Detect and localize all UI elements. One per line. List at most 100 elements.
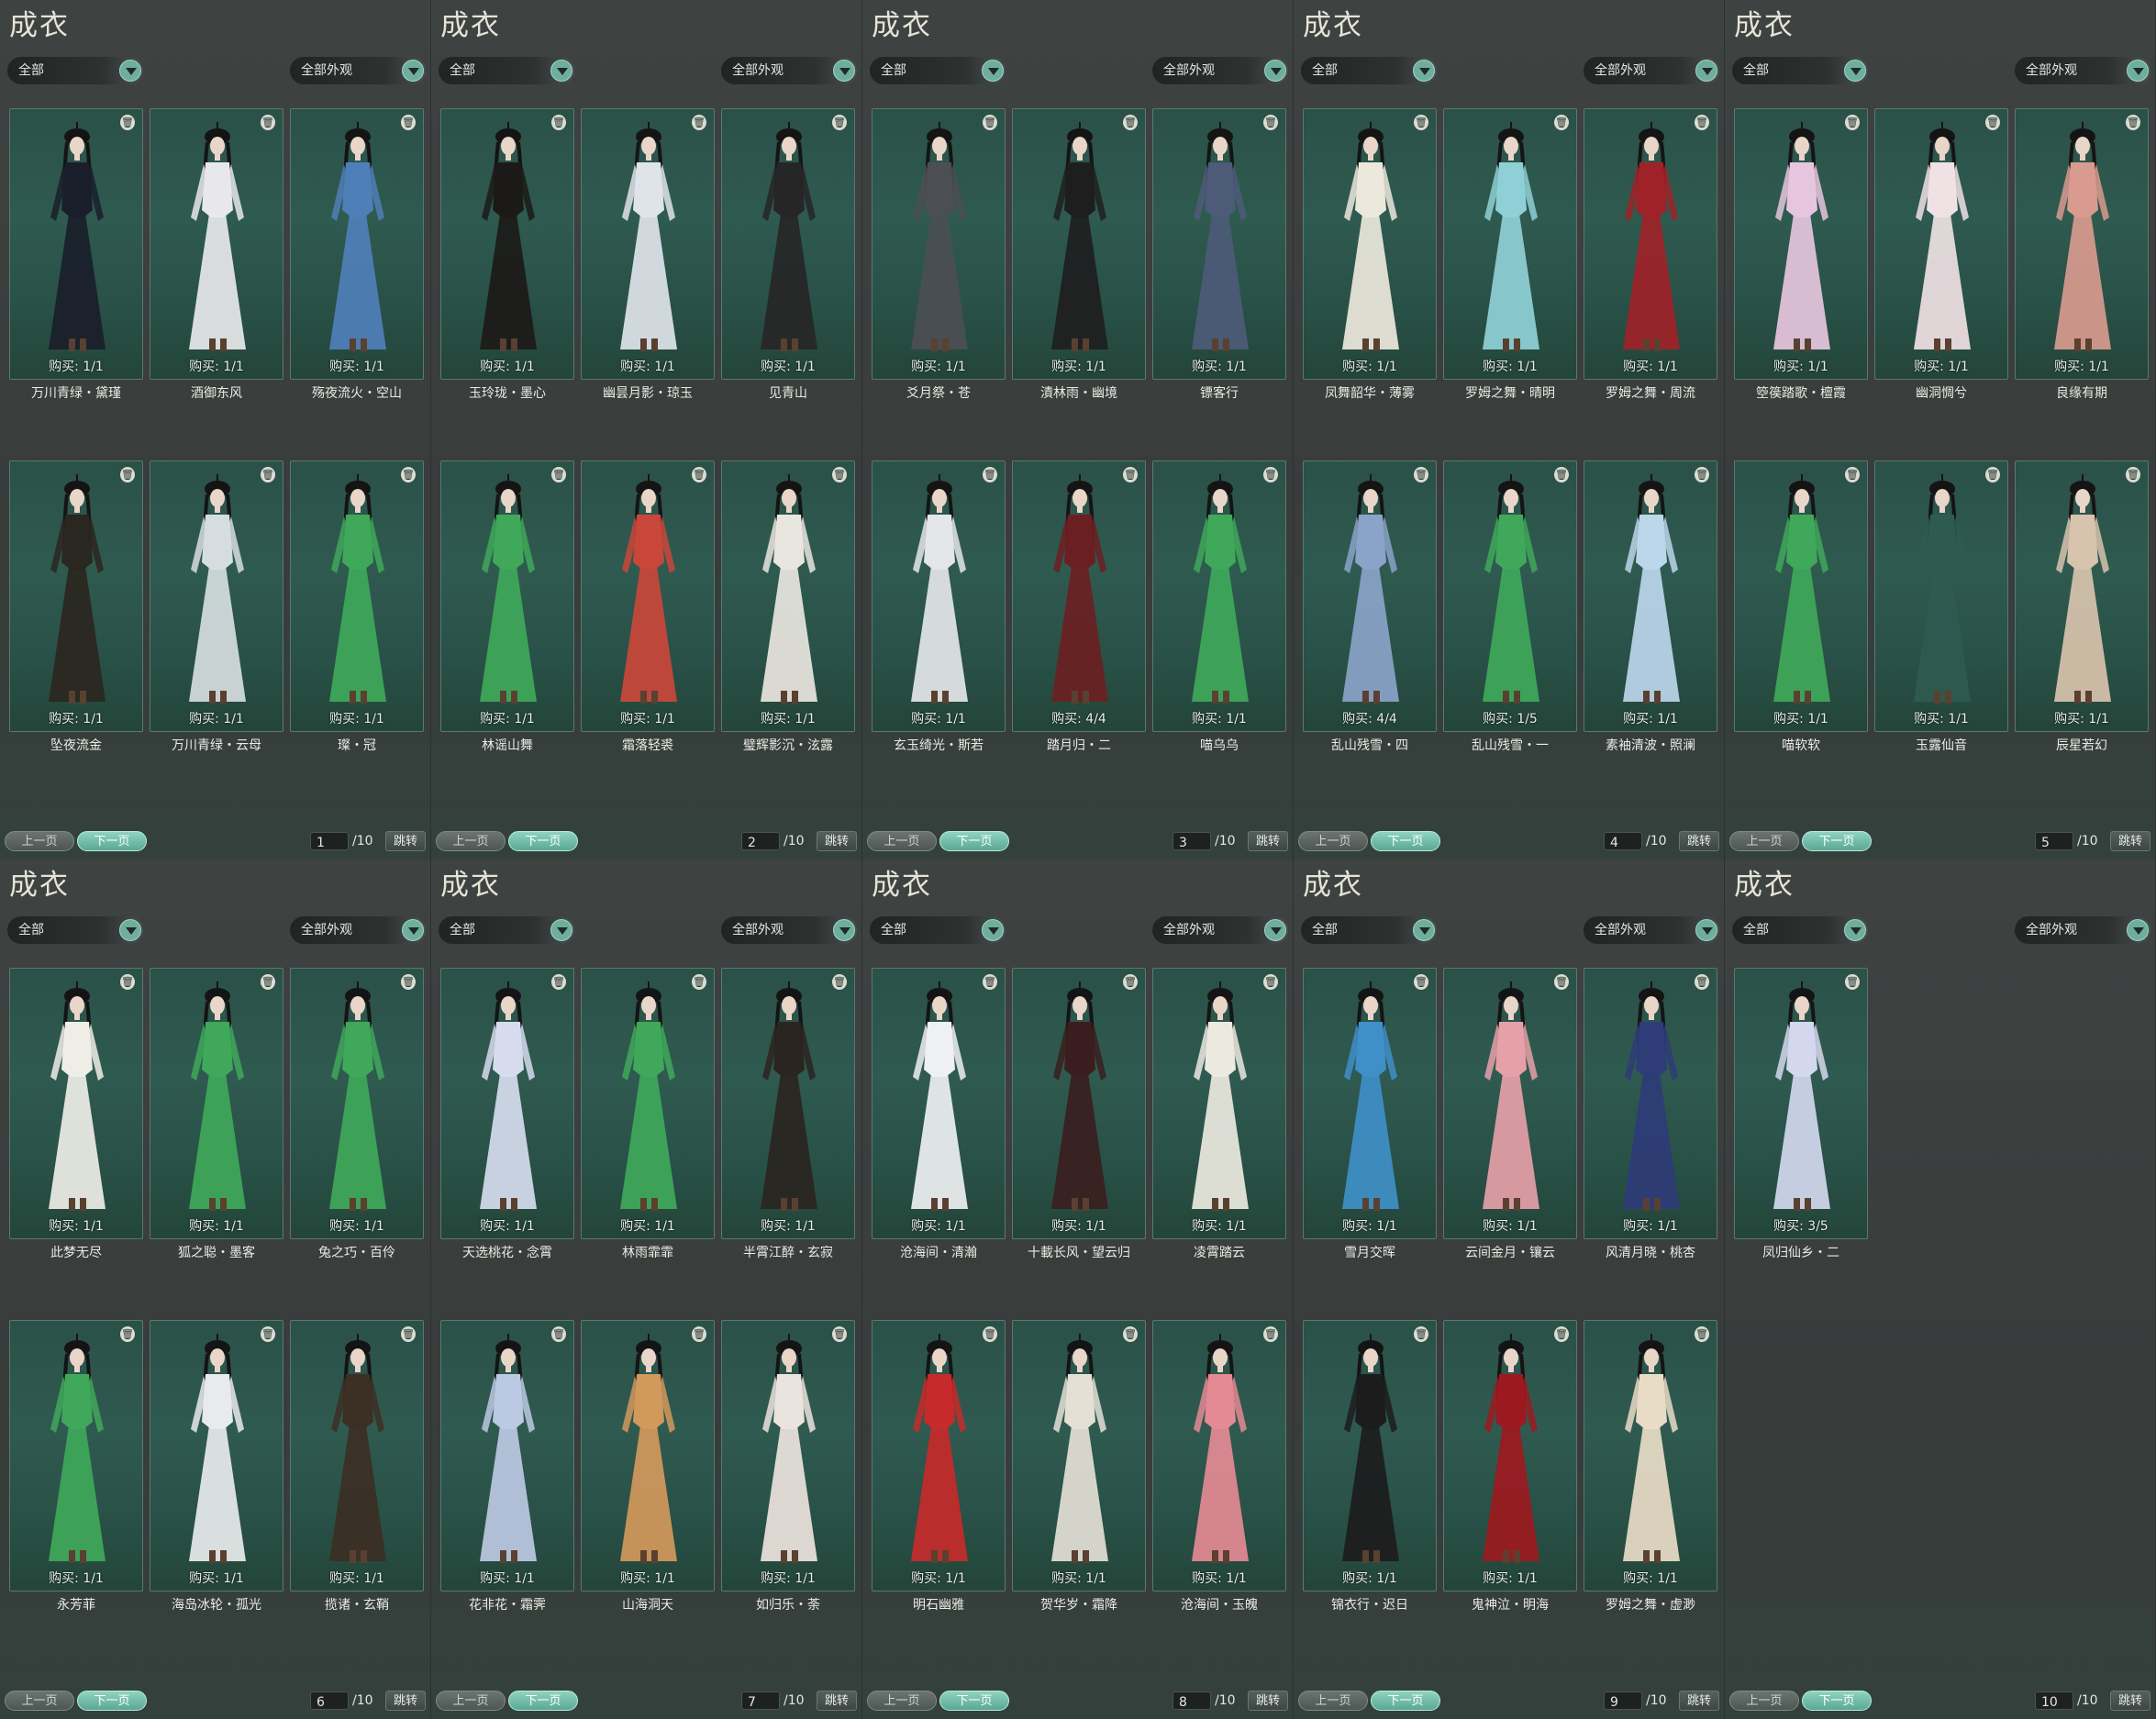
next-page-button[interactable]: 下一页 — [77, 831, 147, 851]
trash-icon[interactable]: 🗑 — [1414, 115, 1428, 130]
outfit-card[interactable]: 🗑 购买: 1/1 — [1584, 968, 1717, 1239]
page-number-input[interactable]: 10 — [2035, 1691, 2073, 1710]
page-number-input[interactable]: 6 — [310, 1691, 349, 1710]
trash-icon[interactable]: 🗑 — [1123, 1326, 1138, 1342]
jump-button[interactable]: 跳转 — [1248, 831, 1288, 851]
trash-icon[interactable]: 🗑 — [983, 974, 997, 990]
outfit-card[interactable]: 🗑 购买: 1/1 — [1152, 460, 1286, 732]
outfit-card[interactable]: 🗑 购买: 1/1 — [440, 1320, 574, 1591]
outfit-card[interactable]: 🗑 购买: 1/1 — [150, 968, 283, 1239]
trash-icon[interactable]: 🗑 — [120, 467, 135, 482]
jump-button[interactable]: 跳转 — [1679, 831, 1719, 851]
outfit-card[interactable]: 🗑 购买: 1/1 — [1303, 1320, 1437, 1591]
trash-icon[interactable]: 🗑 — [401, 1326, 416, 1342]
appearance-filter-dropdown[interactable]: 全部外观 — [721, 57, 857, 84]
prev-page-button[interactable]: 上一页 — [436, 1691, 506, 1711]
trash-icon[interactable]: 🗑 — [401, 467, 416, 482]
trash-icon[interactable]: 🗑 — [1123, 115, 1138, 130]
trash-icon[interactable]: 🗑 — [1554, 1326, 1569, 1342]
page-number-input[interactable]: 8 — [1172, 1691, 1211, 1710]
appearance-filter-dropdown[interactable]: 全部外观 — [1152, 57, 1288, 84]
chevron-down-icon[interactable] — [1844, 919, 1866, 941]
chevron-down-icon[interactable] — [1695, 60, 1717, 82]
appearance-filter-dropdown[interactable]: 全部外观 — [1584, 916, 1719, 944]
trash-icon[interactable]: 🗑 — [551, 467, 566, 482]
trash-icon[interactable]: 🗑 — [2126, 467, 2140, 482]
next-page-button[interactable]: 下一页 — [77, 1691, 147, 1711]
page-number-input[interactable]: 4 — [1604, 832, 1642, 850]
trash-icon[interactable]: 🗑 — [1695, 1326, 1709, 1342]
outfit-card[interactable]: 🗑 购买: 1/1 — [1443, 1320, 1577, 1591]
next-page-button[interactable]: 下一页 — [939, 831, 1009, 851]
outfit-card[interactable]: 🗑 购买: 1/1 — [1443, 968, 1577, 1239]
jump-button[interactable]: 跳转 — [385, 1691, 426, 1711]
outfit-card[interactable]: 🗑 购买: 1/1 — [872, 1320, 1006, 1591]
trash-icon[interactable]: 🗑 — [1263, 974, 1278, 990]
chevron-down-icon[interactable] — [833, 60, 855, 82]
chevron-down-icon[interactable] — [833, 919, 855, 941]
next-page-button[interactable]: 下一页 — [1802, 831, 1872, 851]
prev-page-button[interactable]: 上一页 — [5, 1691, 74, 1711]
appearance-filter-dropdown[interactable]: 全部外观 — [290, 916, 426, 944]
trash-icon[interactable]: 🗑 — [832, 115, 847, 130]
chevron-down-icon[interactable] — [119, 60, 141, 82]
category-filter-dropdown[interactable]: 全部 — [870, 57, 1006, 84]
outfit-card[interactable]: 🗑 购买: 1/1 — [1734, 108, 1868, 380]
outfit-card[interactable]: 🗑 购买: 1/1 — [721, 108, 855, 380]
outfit-card[interactable]: 🗑 购买: 1/5 — [1443, 460, 1577, 732]
trash-icon[interactable]: 🗑 — [551, 974, 566, 990]
outfit-card[interactable]: 🗑 购买: 1/1 — [721, 1320, 855, 1591]
chevron-down-icon[interactable] — [2127, 60, 2149, 82]
prev-page-button[interactable]: 上一页 — [436, 831, 506, 851]
page-number-input[interactable]: 1 — [310, 832, 349, 850]
trash-icon[interactable]: 🗑 — [832, 467, 847, 482]
trash-icon[interactable]: 🗑 — [1554, 467, 1569, 482]
prev-page-button[interactable]: 上一页 — [867, 1691, 937, 1711]
trash-icon[interactable]: 🗑 — [1414, 467, 1428, 482]
outfit-card[interactable]: 🗑 购买: 1/1 — [1874, 460, 2008, 732]
jump-button[interactable]: 跳转 — [2110, 1691, 2150, 1711]
trash-icon[interactable]: 🗑 — [1695, 115, 1709, 130]
appearance-filter-dropdown[interactable]: 全部外观 — [2015, 57, 2150, 84]
chevron-down-icon[interactable] — [1264, 919, 1286, 941]
outfit-card[interactable]: 🗑 购买: 1/1 — [1584, 460, 1717, 732]
category-filter-dropdown[interactable]: 全部 — [1732, 916, 1868, 944]
trash-icon[interactable]: 🗑 — [1123, 467, 1138, 482]
jump-button[interactable]: 跳转 — [1679, 1691, 1719, 1711]
outfit-card[interactable]: 🗑 购买: 1/1 — [290, 1320, 424, 1591]
trash-icon[interactable]: 🗑 — [1845, 115, 1860, 130]
appearance-filter-dropdown[interactable]: 全部外观 — [1152, 916, 1288, 944]
category-filter-dropdown[interactable]: 全部 — [439, 916, 574, 944]
trash-icon[interactable]: 🗑 — [551, 1326, 566, 1342]
trash-icon[interactable]: 🗑 — [1845, 467, 1860, 482]
chevron-down-icon[interactable] — [1695, 919, 1717, 941]
chevron-down-icon[interactable] — [1413, 919, 1435, 941]
prev-page-button[interactable]: 上一页 — [867, 831, 937, 851]
next-page-button[interactable]: 下一页 — [939, 1691, 1009, 1711]
outfit-card[interactable]: 🗑 购买: 1/1 — [581, 460, 715, 732]
trash-icon[interactable]: 🗑 — [2126, 115, 2140, 130]
outfit-card[interactable]: 🗑 购买: 1/1 — [150, 108, 283, 380]
next-page-button[interactable]: 下一页 — [1371, 831, 1440, 851]
chevron-down-icon[interactable] — [1844, 60, 1866, 82]
chevron-down-icon[interactable] — [402, 60, 424, 82]
trash-icon[interactable]: 🗑 — [120, 115, 135, 130]
outfit-card[interactable]: 🗑 购买: 1/1 — [1152, 108, 1286, 380]
outfit-card[interactable]: 🗑 购买: 1/1 — [721, 460, 855, 732]
chevron-down-icon[interactable] — [982, 60, 1004, 82]
jump-button[interactable]: 跳转 — [2110, 831, 2150, 851]
outfit-card[interactable]: 🗑 购买: 1/1 — [9, 968, 143, 1239]
prev-page-button[interactable]: 上一页 — [1298, 831, 1368, 851]
trash-icon[interactable]: 🗑 — [692, 1326, 706, 1342]
outfit-card[interactable]: 🗑 购买: 1/1 — [9, 108, 143, 380]
outfit-card[interactable]: 🗑 购买: 1/1 — [1152, 1320, 1286, 1591]
category-filter-dropdown[interactable]: 全部 — [7, 57, 143, 84]
trash-icon[interactable]: 🗑 — [1985, 467, 2000, 482]
category-filter-dropdown[interactable]: 全部 — [1732, 57, 1868, 84]
appearance-filter-dropdown[interactable]: 全部外观 — [721, 916, 857, 944]
trash-icon[interactable]: 🗑 — [692, 467, 706, 482]
trash-icon[interactable]: 🗑 — [1695, 974, 1709, 990]
trash-icon[interactable]: 🗑 — [1845, 974, 1860, 990]
trash-icon[interactable]: 🗑 — [1695, 467, 1709, 482]
category-filter-dropdown[interactable]: 全部 — [1301, 57, 1437, 84]
